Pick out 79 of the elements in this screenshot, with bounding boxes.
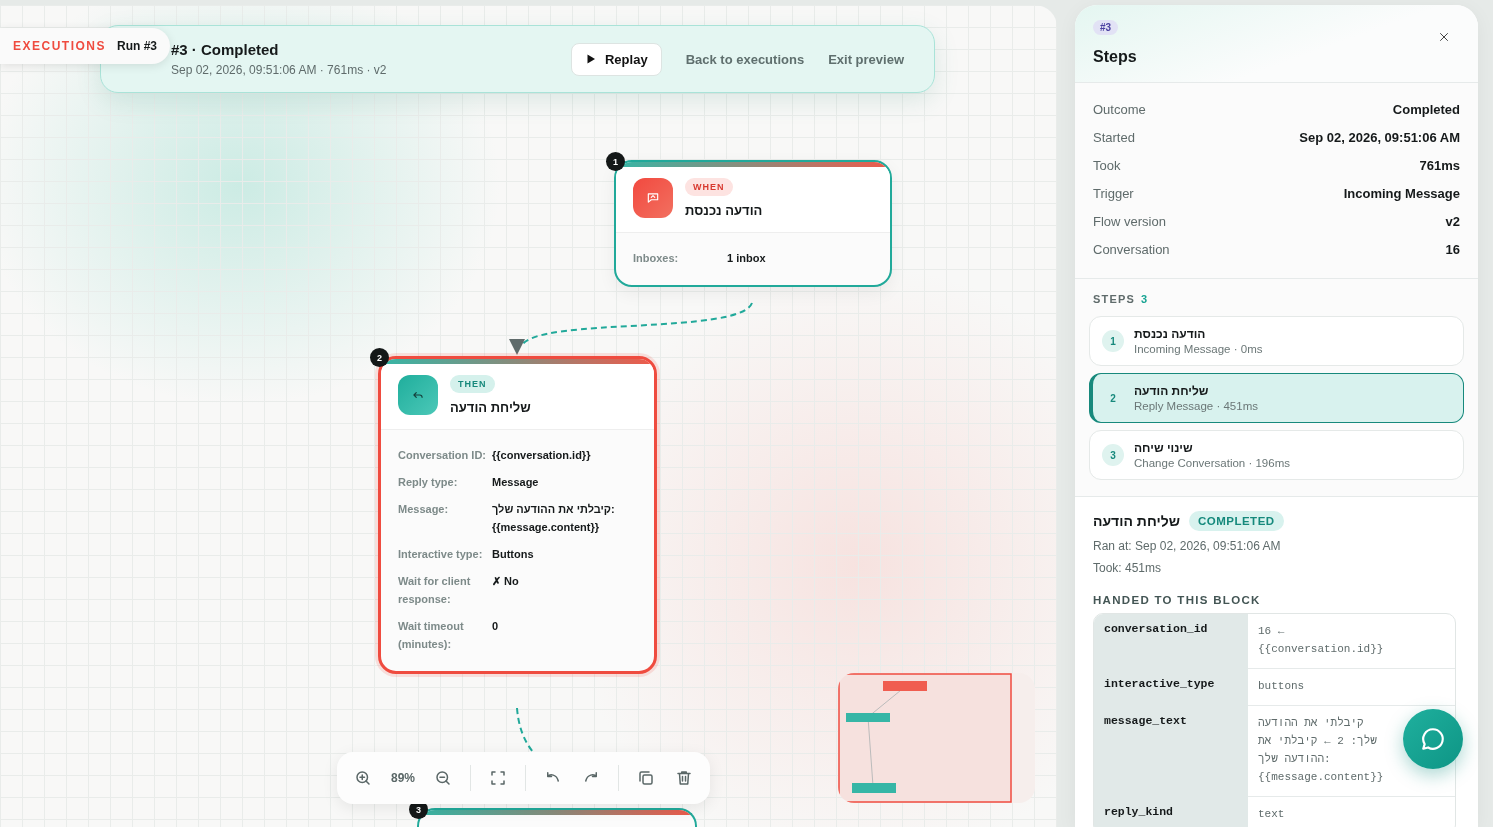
step-number: 2 [1109,391,1117,406]
summary-label: Conversation [1093,241,1170,258]
field-label: Wait for client response: [398,574,472,607]
zoom-level: 89% [390,771,417,785]
step-title: שינוי שיחה [1134,441,1194,455]
field-value: ✗ No [492,574,520,589]
node-tag: THEN [450,375,495,393]
close-button[interactable] [1438,31,1450,43]
summary-value: Sep 02, 2026, 09:51:06 AM [1298,129,1460,146]
step-number: 1 [1102,330,1124,352]
flow-node[interactable] [417,808,697,827]
flow-canvas[interactable] [0,5,1057,827]
section-heading: HANDED TO THIS BLOCK [1093,594,1262,606]
chat-icon [646,191,660,205]
breadcrumb-current: Run #3 [117,39,158,53]
ran-at-text: Ran at: Sep 02, 2026, 09:51:06 AM [1093,539,1282,553]
field-value: קיבלתי את ההודעה שלך: {{message.content}} [492,502,616,535]
close-icon [1438,31,1450,43]
field-label: Conversation ID: [398,448,487,463]
summary-label: Flow version [1093,213,1167,230]
status-badge: COMPLETED [1188,511,1284,531]
node-title: שליחת הודעה [450,400,531,415]
field-label: Message: [398,502,450,517]
input-value: buttons [1258,679,1305,694]
took-text: Took: 451ms [1093,561,1163,575]
block-title: שליחת הודעה [1093,513,1180,529]
input-key: message_text [1094,706,1248,797]
flow-node[interactable] [378,356,657,674]
zoom-in-icon [354,769,372,787]
copy-icon [637,769,656,787]
play-icon [585,53,597,65]
field-value: Buttons [492,547,535,562]
field-value: 0 [492,619,500,634]
section-heading: STEPS [1093,293,1136,305]
field-value: 1 inbox [727,251,767,266]
summary-label: Started [1093,129,1136,146]
replay-button[interactable]: Replay [571,42,662,76]
field-value: Message [492,475,540,490]
summary-value: 761ms [1418,157,1460,174]
link-button[interactable]: Back to executions [685,45,805,73]
step-count: 3 [1141,293,1149,305]
input-value: text [1258,807,1285,822]
summary-value: 16 [1444,241,1460,258]
summary-label: Outcome [1093,101,1147,118]
panel-title: Steps [1093,48,1138,66]
fullscreen-icon [489,769,508,787]
step-number-badge: 2 [370,348,389,367]
field-label: Inboxes: [633,251,680,266]
field-label: Reply type: [398,475,459,490]
input-key: reply_kind [1094,797,1248,827]
step-number-badge: 1 [606,152,625,171]
link-button[interactable]: Exit preview [828,45,904,73]
field-label: Interactive type: [398,547,484,562]
run-badge: #3 [1093,20,1119,35]
summary-value: v2 [1444,213,1460,230]
summary-value: Completed [1391,101,1460,118]
step-title: הודעה נכנסת [1134,327,1207,341]
input-key: interactive_type [1094,669,1248,706]
step-meta: Change Conversation · 196ms [1134,457,1290,469]
zoom-out-icon [434,769,453,787]
input-value: קיבלתי את ההודעה שלך: 2 ← קיבלתי את ההודעה שלך: {{message.content}} [1258,715,1385,785]
node-title: הודעה נכנסת [685,203,763,218]
summary-label: Trigger [1093,185,1135,202]
field-value: {{conversation.id}} [492,448,592,463]
chat-bubble-icon [1420,726,1446,752]
node-tag: WHEN [685,178,733,196]
execution-title: #3 · Completed [171,41,280,58]
input-key: conversation_id [1094,614,1248,669]
step-number: 3 [1102,444,1124,466]
execution-meta: Sep 02, 2026, 09:51:06 AM · 761ms · v2 [171,63,387,77]
field-label: Wait timeout (minutes): [398,619,465,652]
delete-icon [675,769,694,787]
step-meta: Incoming Message · 0ms [1134,343,1263,355]
step-meta: Reply Message · 451ms [1134,400,1258,412]
summary-value: Incoming Message [1342,185,1460,202]
step-title: שליחת הודעה [1134,384,1210,398]
summary-label: Took [1093,157,1122,174]
input-value: 16 ← {{conversation.id}} [1258,624,1385,657]
breadcrumb-link[interactable]: EXECUTIONS [13,39,106,53]
